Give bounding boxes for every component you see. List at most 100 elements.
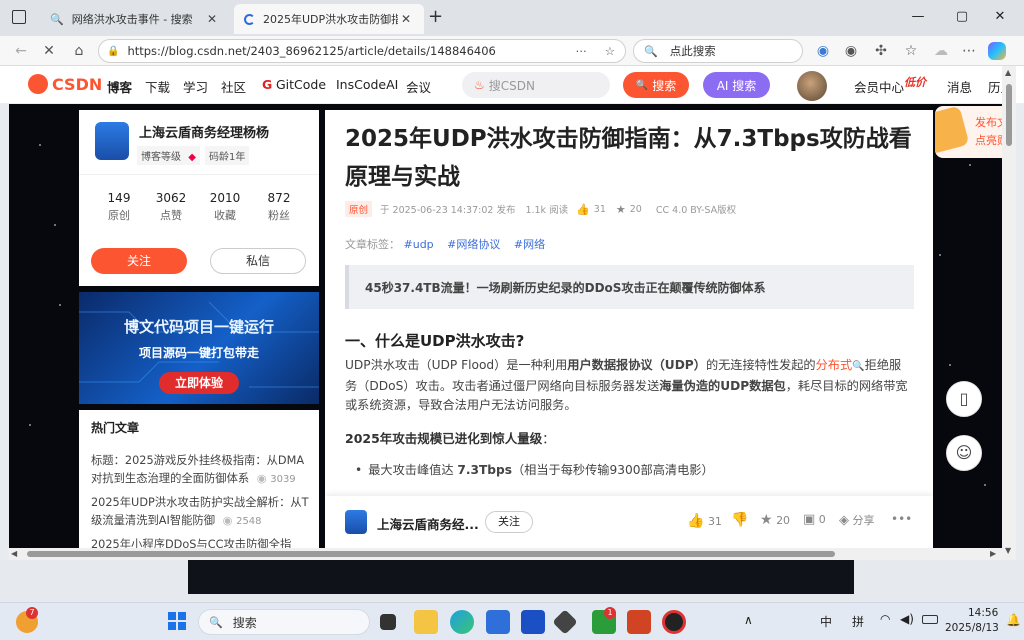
author-card: 上海云盾商务经理杨杨 博客等级 ◆ 码龄1年 149 原创 3062 点赞 2010… (79, 110, 319, 286)
cube-app-icon[interactable] (552, 609, 578, 635)
promo-button[interactable]: 立即体验 (159, 372, 239, 394)
bottom-author-name[interactable]: 上海云盾商务经... (377, 514, 479, 533)
search-icon: 🔍 (50, 12, 64, 26)
store-icon[interactable] (486, 610, 510, 634)
like-button[interactable]: 👍 31 (687, 513, 722, 529)
record-icon[interactable]: ◉ (840, 40, 862, 62)
profile-icon[interactable]: ☁ (930, 40, 952, 62)
ai-search-button[interactable]: AI 搜索 (703, 72, 770, 98)
user-avatar[interactable] (797, 71, 827, 101)
file-explorer-icon[interactable] (414, 610, 438, 634)
tag-network-protocol[interactable]: #网络协议 (447, 238, 500, 251)
csdn-logo[interactable]: CSDN (28, 74, 102, 94)
edge-icon[interactable] (450, 610, 474, 634)
nav-learn[interactable]: 学习 (183, 77, 208, 96)
search-icon: 🔍 (635, 79, 649, 91)
notification-icon[interactable]: 🔔 (1006, 613, 1021, 627)
share-button[interactable]: ◈ 分享 (839, 512, 875, 528)
nav-gitcode[interactable]: GitCode (276, 77, 326, 92)
ime-pinyin[interactable]: 拼 (852, 613, 864, 630)
copilot-icon[interactable] (988, 42, 1006, 60)
mobile-view-icon[interactable]: ▯ (946, 381, 982, 417)
tab-article[interactable]: 2025年UDP洪水攻击防御指南：从7.3Tbps攻防战看原理与实战 ✕ (234, 4, 424, 34)
task-view-icon[interactable] (380, 614, 396, 630)
follow-button[interactable]: 关注 (91, 248, 187, 274)
close-icon[interactable]: ✕ (204, 12, 220, 26)
search-icon[interactable]: 🔍 (852, 361, 864, 372)
tab-actions-icon[interactable] (12, 10, 26, 24)
record-app-icon[interactable] (662, 610, 686, 634)
license[interactable]: CC 4.0 BY-SA版权 (656, 202, 736, 216)
start-icon[interactable] (168, 612, 186, 630)
scroll-right-icon[interactable]: ▶ (990, 549, 996, 558)
address-bar[interactable]: 🔒 https://blog.csdn.net/2403_86962125/ar… (98, 39, 626, 63)
hot-article-2[interactable]: 2025年UDP洪水攻击防护实战全解析：从T级流量清洗到AI智能防御 ◉ 254… (91, 494, 313, 531)
favorites-icon[interactable]: ☆ (900, 40, 922, 62)
back-icon[interactable]: ← (10, 40, 32, 62)
maximize-button[interactable]: ▢ (948, 6, 976, 28)
ime-chinese[interactable]: 中 (820, 613, 832, 630)
extensions-icon[interactable]: ✣ (870, 40, 892, 62)
star-icon[interactable]: ★ (616, 203, 626, 216)
close-icon[interactable]: ✕ (398, 12, 414, 26)
author-name[interactable]: 上海云盾商务经理杨杨 (139, 122, 269, 141)
author-avatar[interactable] (95, 122, 129, 160)
scroll-thumb[interactable] (27, 551, 835, 557)
home-icon[interactable]: ⌂ (68, 40, 90, 62)
nav-inscodeai[interactable]: InsCodeAI (336, 77, 398, 92)
scroll-up-icon[interactable]: ▲ (1005, 68, 1011, 77)
taskbar-search[interactable]: 🔍 搜索 (198, 609, 370, 635)
more-icon[interactable]: ⋯ (576, 44, 588, 58)
distributed-link[interactable]: 分布式 (816, 358, 853, 372)
stop-icon[interactable]: ✕ (38, 40, 60, 62)
favorite-button[interactable]: ★ 20 (760, 512, 790, 528)
csdn-search-button[interactable]: 🔍 搜索 (623, 72, 689, 98)
nav-blog[interactable]: 博客 (107, 77, 132, 96)
private-message-button[interactable]: 私信 (210, 248, 306, 274)
share-icon[interactable]: ◉ (812, 40, 834, 62)
tag-network[interactable]: #网络 (514, 238, 545, 251)
bottom-follow-button[interactable]: 关注 (485, 511, 533, 533)
scroll-left-icon[interactable]: ◀ (11, 549, 17, 558)
tab-search[interactable]: 🔍 网络洪水攻击事件 - 搜索 ✕ (40, 4, 230, 34)
minimize-button[interactable]: — (904, 6, 932, 28)
promo-title: 博文代码项目一键运行 (123, 318, 274, 336)
more-button[interactable]: ••• (891, 512, 912, 526)
nav-community[interactable]: 社区 (221, 77, 246, 96)
scroll-thumb[interactable] (1006, 84, 1012, 146)
stat-fans[interactable]: 872 粉丝 (239, 189, 319, 225)
volume-icon[interactable]: ◀) (900, 612, 914, 626)
vertical-scrollbar[interactable]: ▲ ▼ (1002, 66, 1016, 560)
horizontal-scrollbar[interactable]: ◀ ▶ (9, 548, 1002, 560)
app-icon[interactable] (521, 610, 545, 634)
powerpoint-icon[interactable] (627, 610, 651, 634)
tray-chevron-icon[interactable]: ∧ (744, 613, 753, 627)
hot-article-3[interactable]: 2025年小程序DDoS与CC攻击防御全指南： (91, 536, 313, 548)
star-icon: ★ (760, 512, 773, 528)
thumbs-up-icon[interactable]: 👍 (576, 203, 590, 216)
close-window-button[interactable]: ✕ (986, 6, 1014, 28)
new-tab-button[interactable]: + (428, 6, 443, 27)
hot-article-1[interactable]: 标题：2025游戏反外挂终极指南：从DMA对抗到生态治理的全面防御体系 ◉ 30… (91, 452, 313, 489)
promo-banner[interactable]: 博文代码项目一键运行 项目源码一键打包带走 立即体验 (79, 292, 319, 404)
customer-service-icon[interactable]: ☺ (946, 435, 982, 471)
wifi-icon[interactable]: ◠ (880, 612, 890, 626)
hot-article-title: 2025年小程序DDoS与CC攻击防御全指南： (91, 538, 292, 548)
publish-promo[interactable]: 发布文 点亮勋 (935, 106, 1002, 158)
battery-icon[interactable] (922, 615, 938, 624)
browser-search-box[interactable]: 🔍 点此搜索 (633, 39, 803, 63)
clock-time[interactable]: 14:56 (968, 607, 998, 619)
messages-link[interactable]: 消息 (947, 77, 972, 96)
clock-date[interactable]: 2025/8/13 (945, 622, 999, 634)
favorite-star-icon[interactable]: ☆ (605, 44, 615, 58)
scroll-down-icon[interactable]: ▼ (1005, 546, 1011, 555)
author-avatar[interactable] (345, 510, 367, 534)
nav-download[interactable]: 下载 (145, 77, 170, 96)
member-center-link[interactable]: 会员中心 (854, 77, 904, 96)
dislike-icon[interactable]: 👎 (731, 512, 748, 528)
tag-udp[interactable]: #udp (404, 238, 434, 251)
csdn-search-input[interactable]: ♨ 搜CSDN (462, 72, 610, 98)
nav-meeting[interactable]: 会议 (406, 77, 431, 96)
comment-button[interactable]: ▣ 0 (803, 512, 826, 527)
menu-icon[interactable]: ⋯ (958, 40, 980, 62)
